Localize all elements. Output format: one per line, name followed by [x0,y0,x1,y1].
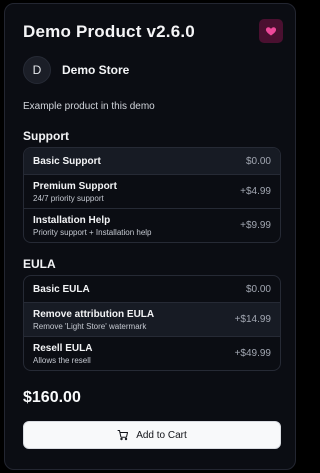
support-section-title: Support [23,129,69,143]
product-card: Demo Product v2.6.0 D Demo Store Example… [4,3,296,470]
eula-option-remove-attribution[interactable]: Remove attribution EULA Remove 'Light St… [24,302,280,336]
option-subtitle: 24/7 priority support [33,193,104,203]
option-price: +$14.99 [234,314,271,325]
option-price: +$4.99 [240,186,271,197]
option-price: $0.00 [245,155,271,167]
add-to-cart-label: Add to Cart [136,429,187,441]
option-subtitle: Priority support + Installation help [33,227,152,237]
heart-icon [265,27,277,36]
store-avatar: D [23,56,51,84]
store-link[interactable]: D Demo Store [23,56,129,84]
eula-option-basic[interactable]: Basic EULA $0.00 [24,276,280,302]
option-price: +$49.99 [234,348,271,359]
support-options: Basic Support $0.00 Premium Support 24/7… [23,147,281,243]
option-name: Basic EULA [33,283,90,295]
total-price: $160.00 [23,389,81,406]
option-subtitle: Remove 'Light Store' watermark [33,321,147,331]
support-option-basic[interactable]: Basic Support $0.00 [24,148,280,174]
add-to-cart-button[interactable]: Add to Cart [23,421,281,449]
support-option-installation[interactable]: Installation Help Priority support + Ins… [24,208,280,242]
option-name: Premium Support [33,180,117,192]
cart-icon [117,430,129,441]
option-subtitle: Allows the resell [33,355,91,365]
option-name: Basic Support [33,155,101,167]
store-name: Demo Store [62,63,130,77]
option-price: +$9.99 [240,220,271,231]
eula-option-resell[interactable]: Resell EULA Allows the resell +$49.99 [24,336,280,370]
option-name: Installation Help [33,214,111,226]
support-option-premium[interactable]: Premium Support 24/7 priority support +$… [24,174,280,208]
option-name: Remove attribution EULA [33,308,155,320]
product-title: Demo Product v2.6.0 [23,22,195,41]
option-price: $0.00 [245,283,271,295]
option-name: Resell EULA [33,342,93,354]
eula-section-title: EULA [23,257,56,271]
favorite-button[interactable] [259,19,283,43]
eula-options: Basic EULA $0.00 Remove attribution EULA… [23,275,281,371]
product-description: Example product in this demo [23,101,155,112]
